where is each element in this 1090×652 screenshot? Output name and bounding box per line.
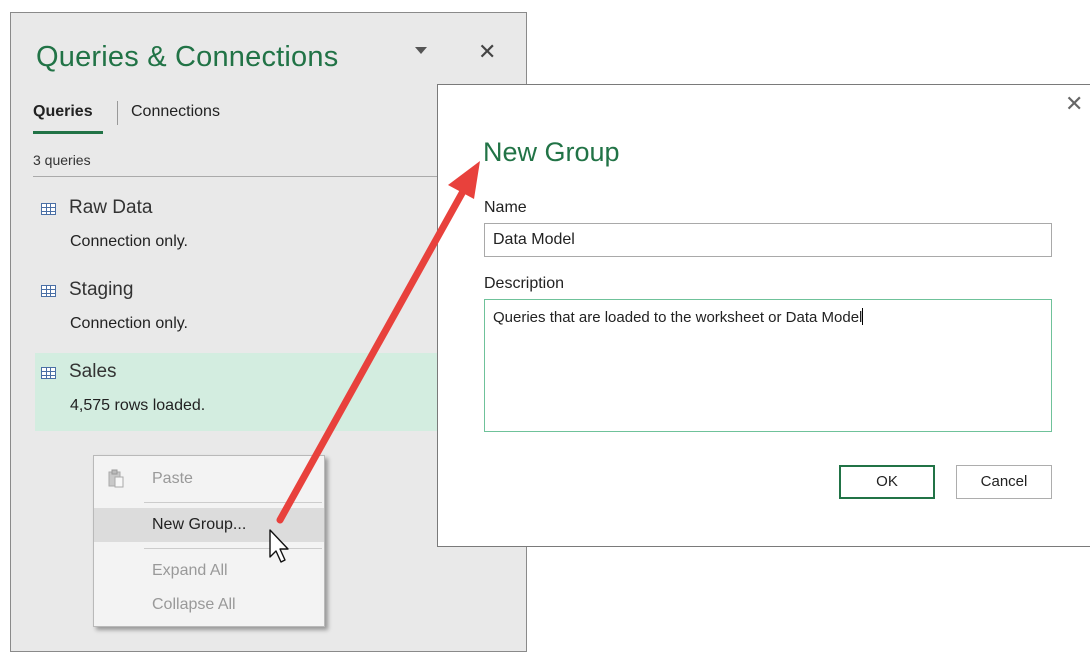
- tab-divider: [117, 101, 118, 125]
- table-icon: [41, 367, 56, 379]
- menu-item-paste[interactable]: Paste: [94, 462, 324, 496]
- dialog-title: New Group: [483, 137, 620, 167]
- menu-item-label: New Group...: [152, 516, 247, 533]
- menu-item-new-group[interactable]: New Group...: [94, 508, 324, 542]
- menu-item-label: Collapse All: [152, 596, 236, 613]
- pane-title: Queries & Connections: [36, 41, 339, 73]
- query-status: 4,575 rows loaded.: [70, 397, 206, 414]
- menu-separator: [144, 548, 322, 549]
- chevron-down-icon[interactable]: [415, 47, 427, 54]
- cancel-button[interactable]: Cancel: [956, 465, 1052, 499]
- name-field[interactable]: Data Model: [484, 223, 1052, 257]
- menu-item-collapse-all[interactable]: Collapse All: [94, 588, 324, 622]
- menu-separator: [144, 502, 322, 503]
- description-label: Description: [484, 275, 565, 292]
- query-item-raw-data[interactable]: Raw Data Connection only.: [35, 189, 455, 267]
- query-status: Connection only.: [70, 233, 188, 250]
- menu-item-expand-all[interactable]: Expand All: [94, 554, 324, 588]
- table-icon: [41, 285, 56, 297]
- menu-item-label: Expand All: [152, 562, 228, 579]
- close-icon[interactable]: ✕: [478, 39, 496, 65]
- context-menu: Paste New Group... Expand All Collapse A…: [93, 455, 325, 627]
- text-caret: [862, 308, 864, 325]
- table-icon: [41, 203, 56, 215]
- query-name: Sales: [69, 361, 117, 382]
- name-label: Name: [484, 199, 527, 216]
- description-text: Queries that are loaded to the worksheet…: [493, 309, 863, 326]
- menu-item-label: Paste: [152, 470, 193, 487]
- tab-connections[interactable]: Connections: [131, 103, 220, 121]
- query-item-sales[interactable]: Sales 4,575 rows loaded.: [35, 353, 455, 431]
- query-name: Raw Data: [69, 197, 153, 218]
- new-group-dialog: ✕ New Group Name Data Model Description …: [437, 84, 1090, 547]
- divider: [33, 176, 453, 177]
- query-item-staging[interactable]: Staging Connection only.: [35, 271, 455, 349]
- active-tab-indicator: [33, 131, 103, 134]
- paste-icon: [108, 469, 124, 488]
- close-icon[interactable]: ✕: [1065, 91, 1083, 117]
- description-field[interactable]: Queries that are loaded to the worksheet…: [484, 299, 1052, 432]
- ok-button[interactable]: OK: [839, 465, 935, 499]
- query-count: 3 queries: [33, 152, 91, 168]
- query-name: Staging: [69, 279, 134, 300]
- tab-queries[interactable]: Queries: [33, 103, 93, 121]
- query-status: Connection only.: [70, 315, 188, 332]
